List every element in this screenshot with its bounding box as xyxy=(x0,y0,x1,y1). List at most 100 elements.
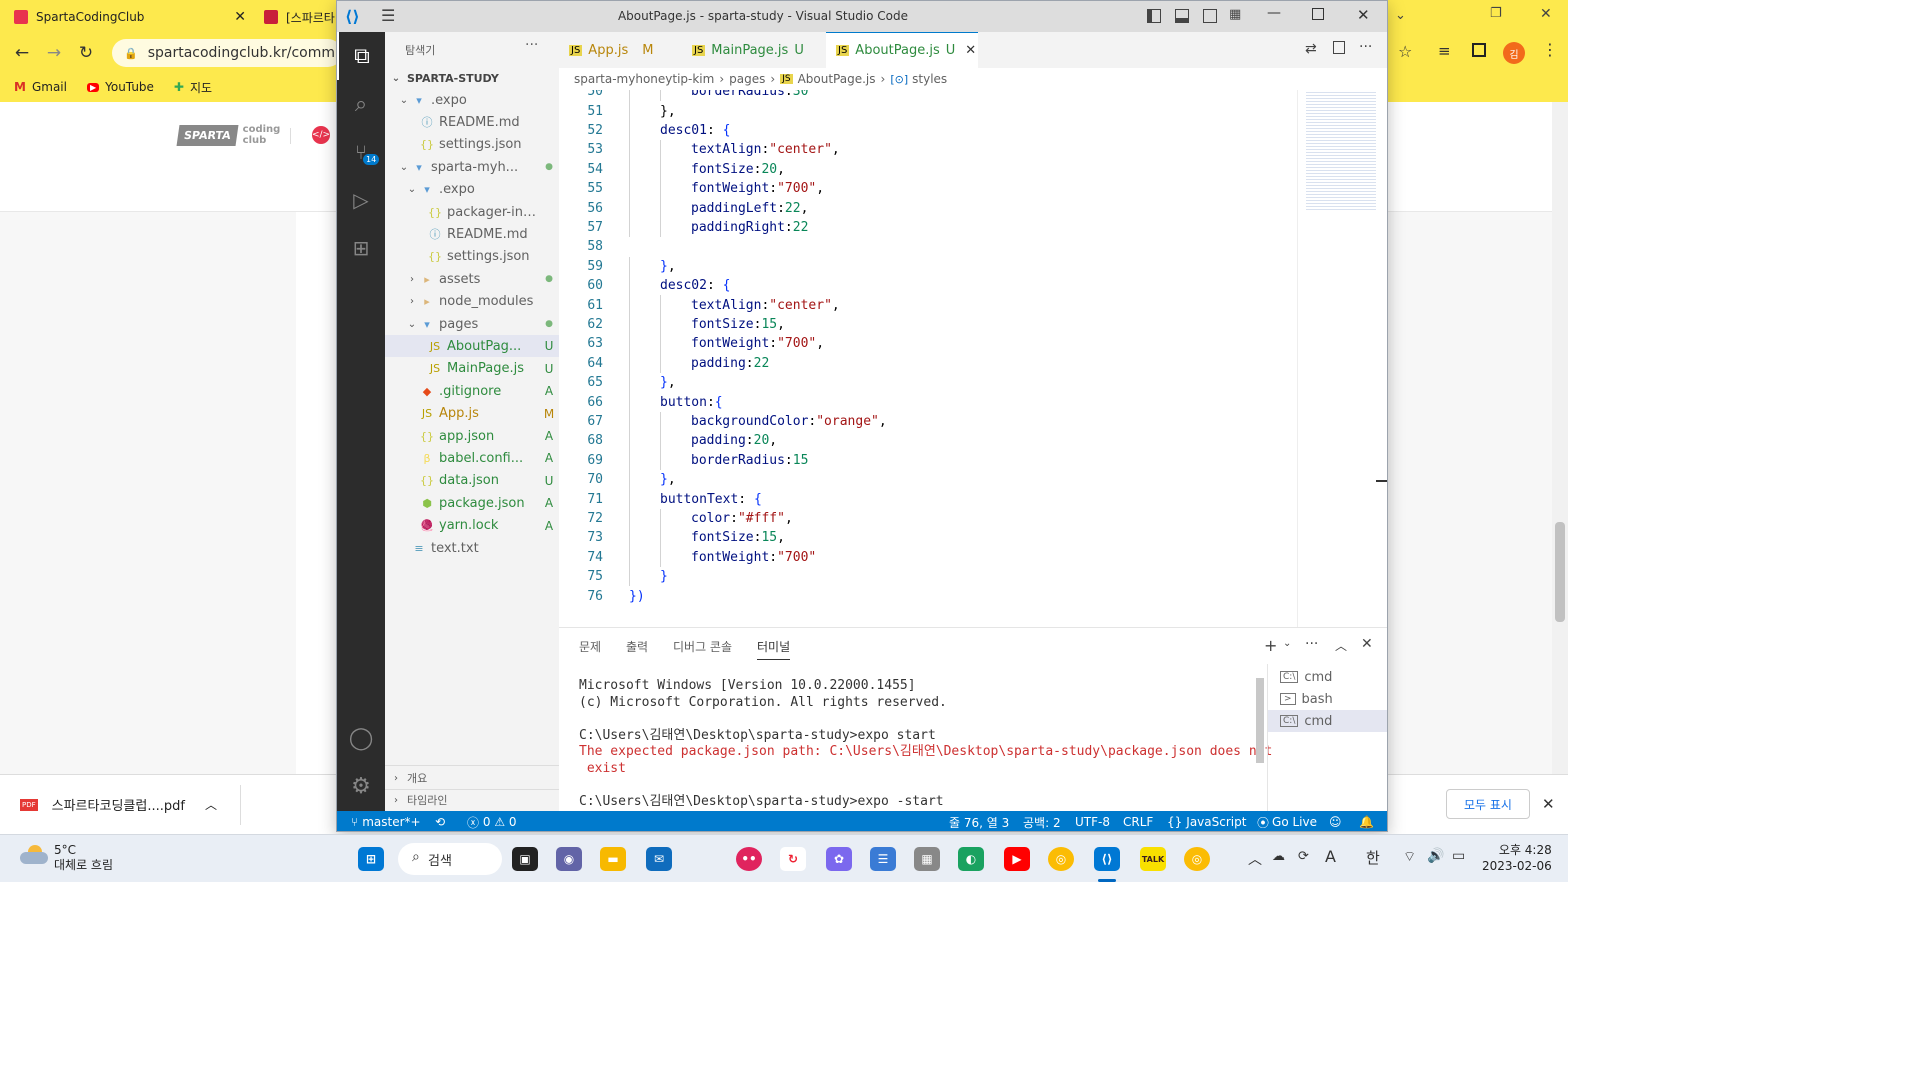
explorer-item[interactable]: › ▸ assets ● xyxy=(385,268,559,290)
notepad-icon[interactable]: ☰ xyxy=(870,847,896,871)
close-window-icon[interactable]: ✕ xyxy=(1357,6,1370,24)
ime-mode[interactable]: A xyxy=(1325,847,1336,866)
app-icon[interactable]: •• xyxy=(736,847,762,871)
more-actions-icon[interactable]: ··· xyxy=(1305,636,1318,652)
cursor-position[interactable]: 줄 76, 열 3 xyxy=(949,811,1009,831)
download-item[interactable]: PDF 스파르타코딩클럽....pdf ︿ xyxy=(20,795,217,814)
mail-icon[interactable]: ✉ xyxy=(646,847,672,871)
address-bar[interactable]: 🔒 spartacodingclub.kr/commun xyxy=(112,39,342,67)
explorer-item[interactable]: ⌄ ▾ pages ● xyxy=(385,313,559,335)
forward-icon[interactable]: → xyxy=(38,37,70,69)
minimize-icon[interactable]: — xyxy=(1267,5,1281,21)
sync-icon[interactable]: ⟲ xyxy=(435,811,445,831)
close-window-icon[interactable]: ✕ xyxy=(1540,6,1552,22)
bookmark-gmail[interactable]: M Gmail xyxy=(14,80,67,94)
close-tab-icon[interactable]: ✕ xyxy=(965,43,976,58)
split-editor-icon[interactable] xyxy=(1333,41,1345,54)
avatar[interactable]: 김 xyxy=(1503,42,1525,64)
explorer-item[interactable]: JS MainPage.js U xyxy=(385,358,559,380)
refresh-tray-icon[interactable]: ⟳ xyxy=(1298,849,1309,864)
explorer-item[interactable]: ⌄ ▾ .expo xyxy=(385,179,559,201)
explorer-item[interactable]: ⬢ package.json A xyxy=(385,492,559,514)
breadcrumb-item[interactable]: AboutPage.js xyxy=(798,72,876,86)
show-all-button[interactable]: 모두 표시 xyxy=(1446,789,1530,819)
new-terminal-icon[interactable]: + xyxy=(1264,636,1277,655)
weather-widget[interactable]: 5°C 대체로 흐림 xyxy=(54,843,113,873)
chevron-up-icon[interactable]: ︿ xyxy=(1248,849,1262,869)
bell-icon[interactable]: 🔔 xyxy=(1359,811,1374,831)
page-scrollbar[interactable] xyxy=(1552,102,1568,774)
toggle-sidebar-icon[interactable] xyxy=(1147,9,1161,23)
volume-icon[interactable]: 🔊 xyxy=(1427,848,1444,864)
code-icon[interactable]: </> xyxy=(312,126,330,144)
tab-mainpage-js[interactable]: JS MainPage.js U xyxy=(682,32,826,68)
language-mode[interactable]: {} JavaScript xyxy=(1167,811,1246,831)
calculator-icon[interactable]: ▦ xyxy=(914,847,940,871)
taskbar-search[interactable]: ⌕ 검색 xyxy=(398,843,502,875)
breadcrumb-item[interactable]: pages xyxy=(729,72,765,86)
close-panel-icon[interactable]: ✕ xyxy=(1361,636,1373,652)
minimap[interactable] xyxy=(1297,90,1387,627)
explorer-item[interactable]: {} settings.json xyxy=(385,246,559,268)
playlist-icon[interactable]: ≡ xyxy=(1438,42,1451,60)
toggle-secondary-sidebar-icon[interactable] xyxy=(1203,9,1217,23)
tab-terminal[interactable]: 터미널 xyxy=(757,638,791,660)
compare-changes-icon[interactable]: ⇄ xyxy=(1305,41,1317,57)
tab-debug-console[interactable]: 디버그 콘솔 xyxy=(673,638,732,655)
tab-app-js[interactable]: JS App.js M xyxy=(559,32,682,68)
youtube-icon[interactable]: ▶ xyxy=(1004,847,1030,871)
site-logo[interactable]: SPARTA coding club xyxy=(176,124,280,146)
explorer-item[interactable]: › ▸ node_modules xyxy=(385,291,559,313)
extensions-icon[interactable]: ⊞ xyxy=(337,224,385,272)
photos-icon[interactable]: ✿ xyxy=(826,847,852,871)
explorer-item[interactable]: ⌄ ▾ sparta-myh... ● xyxy=(385,156,559,178)
terminal-item-bash[interactable]: > bash xyxy=(1268,688,1387,710)
encoding[interactable]: UTF-8 xyxy=(1075,811,1110,831)
run-debug-icon[interactable]: ▷ xyxy=(337,176,385,224)
sidepanel-icon[interactable] xyxy=(1472,43,1486,57)
line-ending[interactable]: CRLF xyxy=(1123,811,1153,831)
close-icon[interactable]: ✕ xyxy=(1542,795,1555,813)
explorer-icon[interactable]: ⧉ xyxy=(337,32,385,80)
settings-gear-icon[interactable]: ⚙ xyxy=(337,762,385,810)
timeline-section[interactable]: › 타임라인 xyxy=(385,789,559,811)
terminal-scrollbar[interactable] xyxy=(1256,678,1264,763)
indentation[interactable]: 공백: 2 xyxy=(1023,811,1061,831)
clock[interactable]: 오후 4:28 2023-02-06 xyxy=(1482,842,1552,874)
explorer-item[interactable]: ⓘ README.md xyxy=(385,223,559,245)
source-control-icon[interactable]: ⑂ 14 xyxy=(337,128,385,176)
go-live-button[interactable]: ⦿ Go Live xyxy=(1257,811,1317,831)
account-icon[interactable]: ◯ xyxy=(337,714,385,762)
breadcrumb-item[interactable]: sparta-myhoneytip-kim xyxy=(574,72,714,86)
sync-app-icon[interactable]: ↻ xyxy=(780,847,806,871)
teams-chat-icon[interactable]: ◉ xyxy=(556,847,582,871)
search-icon[interactable]: ⌕ xyxy=(337,80,385,128)
scrollbar-thumb[interactable] xyxy=(1555,522,1565,622)
chrome-profile-icon[interactable]: ◎ xyxy=(1184,847,1210,871)
reload-icon[interactable]: ↻ xyxy=(70,37,102,69)
tab-problems[interactable]: 문제 xyxy=(579,638,601,655)
explorer-item[interactable]: ⓘ README.md xyxy=(385,111,559,133)
terminal-item-cmd-active[interactable]: C:\ cmd xyxy=(1268,710,1387,732)
chevron-down-icon[interactable]: ⌄ xyxy=(1283,638,1291,649)
chrome-icon[interactable]: ◎ xyxy=(1048,847,1074,871)
outline-section[interactable]: › 개요 xyxy=(385,767,559,789)
browser-tab-second[interactable]: [스파르타 xyxy=(264,0,344,34)
ime-language[interactable]: 한 xyxy=(1366,847,1380,868)
maximize-icon[interactable] xyxy=(1312,8,1324,20)
problems-status[interactable]: ⓧ 0 ⚠ 0 xyxy=(467,811,517,831)
back-icon[interactable]: ← xyxy=(6,37,38,69)
explorer-item[interactable]: {} settings.json xyxy=(385,134,559,156)
explorer-item[interactable]: β babel.confi... A xyxy=(385,447,559,469)
explorer-root[interactable]: ⌄ SPARTA-STUDY xyxy=(385,67,559,89)
more-actions-icon[interactable]: ··· xyxy=(525,37,538,53)
breadcrumb-item[interactable]: styles xyxy=(912,72,947,86)
terminal-output[interactable]: Microsoft Windows [Version 10.0.22000.14… xyxy=(579,678,1272,810)
close-tab-icon[interactable]: ✕ xyxy=(234,9,246,25)
code-editor[interactable]: 50 borderRadius:30 51}, 52 desc01: {53 textAl… xyxy=(559,90,1297,627)
explorer-item[interactable]: {} packager-info.j... xyxy=(385,201,559,223)
bookmark-maps[interactable]: ✚ 지도 xyxy=(174,79,212,96)
customize-layout-icon[interactable]: ▦ xyxy=(1229,7,1241,22)
explorer-item[interactable]: ⌄ ▾ .expo xyxy=(385,89,559,111)
explorer-item[interactable]: JS App.js M xyxy=(385,403,559,425)
